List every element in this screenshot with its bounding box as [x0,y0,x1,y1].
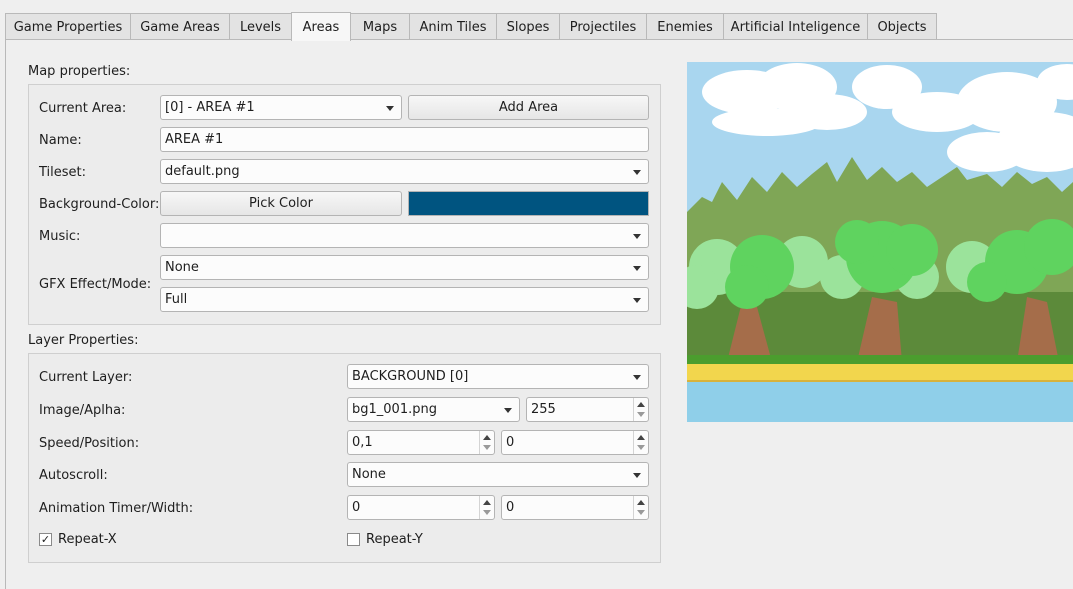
gfx-mode-combo[interactable]: Full [160,287,649,312]
chevron-down-icon [483,510,491,515]
anim-width-value: 0 [506,500,515,515]
current-layer-combo[interactable]: BACKGROUND [0] [347,364,649,389]
background-preview-image [687,62,1073,422]
background-color-swatch [408,191,649,216]
tileset-label: Tileset: [39,164,87,180]
chevron-up-icon [637,435,645,440]
chevron-down-icon [386,106,394,111]
chevron-down-icon [633,170,641,175]
tab-maps[interactable]: Maps [350,13,410,40]
gfx-effect-combo[interactable]: None [160,255,649,280]
tab-bar: Game Properties Game Areas Levels Areas … [5,12,1073,41]
chevron-down-icon [633,375,641,380]
music-combo[interactable] [160,223,649,248]
tab-label: Objects [877,19,927,35]
pick-color-button[interactable]: Pick Color [160,191,402,216]
speed-stepper[interactable] [479,431,494,454]
tab-label: Levels [239,19,282,35]
anim-timer-spinbox[interactable]: 0 [347,495,495,520]
tab-levels[interactable]: Levels [229,13,292,40]
repeat-y-label: Repeat-Y [366,531,423,547]
tab-game-properties[interactable]: Game Properties [5,13,131,40]
current-layer-value: BACKGROUND [0] [352,369,469,384]
tab-game-areas[interactable]: Game Areas [130,13,230,40]
chevron-down-icon [637,445,645,450]
tab-label: Artificial Inteligence [730,19,861,35]
chevron-up-icon [483,435,491,440]
repeat-y-checkbox[interactable] [347,533,360,546]
chevron-down-icon [633,298,641,303]
image-value: bg1_001.png [352,402,437,417]
tab-label: Anim Tiles [419,19,487,35]
speed-position-label: Speed/Position: [39,435,140,451]
tab-label: Areas [302,19,340,35]
repeat-x-checkbox[interactable]: ✓ [39,533,52,546]
position-spinbox[interactable]: 0 [501,430,649,455]
anim-timer-value: 0 [352,500,361,515]
position-stepper[interactable] [633,431,648,454]
tileset-value: default.png [165,164,240,179]
position-value: 0 [506,435,515,450]
speed-spinbox[interactable]: 0,1 [347,430,495,455]
anim-timer-stepper[interactable] [479,496,494,519]
tab-projectiles[interactable]: Projectiles [559,13,647,40]
autoscroll-combo[interactable]: None [347,462,649,487]
current-area-value: [0] - AREA #1 [165,100,255,115]
repeat-x-label: Repeat-X [58,531,117,547]
gfx-effect-mode-label: GFX Effect/Mode: [39,276,152,292]
animation-timer-width-label: Animation Timer/Width: [39,500,194,516]
name-label: Name: [39,132,82,148]
chevron-down-icon [633,234,641,239]
autoscroll-label: Autoscroll: [39,467,108,483]
autoscroll-value: None [352,467,386,482]
chevron-down-icon [633,473,641,478]
chevron-down-icon [504,408,512,413]
background-preview [687,62,1073,422]
chevron-up-icon [483,500,491,505]
chevron-down-icon [483,445,491,450]
tab-label: Game Properties [13,19,123,35]
gfx-mode-value: Full [165,292,188,307]
alpha-stepper[interactable] [633,398,648,421]
gfx-effect-value: None [165,260,199,275]
current-area-combo[interactable]: [0] - AREA #1 [160,95,402,120]
anim-width-stepper[interactable] [633,496,648,519]
speed-value: 0,1 [352,435,373,450]
map-properties-title: Map properties: [28,64,131,79]
tab-enemies[interactable]: Enemies [646,13,724,40]
add-area-button[interactable]: Add Area [408,95,649,120]
tileset-combo[interactable]: default.png [160,159,649,184]
music-label: Music: [39,228,81,244]
current-layer-label: Current Layer: [39,369,133,385]
chevron-up-icon [637,500,645,505]
chevron-down-icon [637,510,645,515]
tab-slopes[interactable]: Slopes [496,13,560,40]
tab-anim-tiles[interactable]: Anim Tiles [409,13,497,40]
image-alpha-label: Image/Aplha: [39,402,126,418]
tab-artificial-inteligence[interactable]: Artificial Inteligence [723,13,868,40]
layer-properties-title: Layer Properties: [28,333,139,348]
alpha-value: 255 [531,402,556,417]
anim-width-spinbox[interactable]: 0 [501,495,649,520]
alpha-spinbox[interactable]: 255 [526,397,649,422]
name-value: AREA #1 [165,132,224,147]
chevron-down-icon [633,266,641,271]
tab-label: Slopes [506,19,550,35]
background-color-label: Background-Color: [39,196,160,212]
chevron-down-icon [637,412,645,417]
tab-label: Enemies [657,19,713,35]
tab-label: Maps [362,19,398,35]
name-field[interactable]: AREA #1 [160,127,649,152]
tab-label: Game Areas [140,19,220,35]
image-combo[interactable]: bg1_001.png [347,397,520,422]
tab-label: Projectiles [569,19,637,35]
chevron-up-icon [637,402,645,407]
tab-areas[interactable]: Areas [291,12,351,41]
tab-objects[interactable]: Objects [867,13,937,40]
current-area-label: Current Area: [39,100,127,116]
